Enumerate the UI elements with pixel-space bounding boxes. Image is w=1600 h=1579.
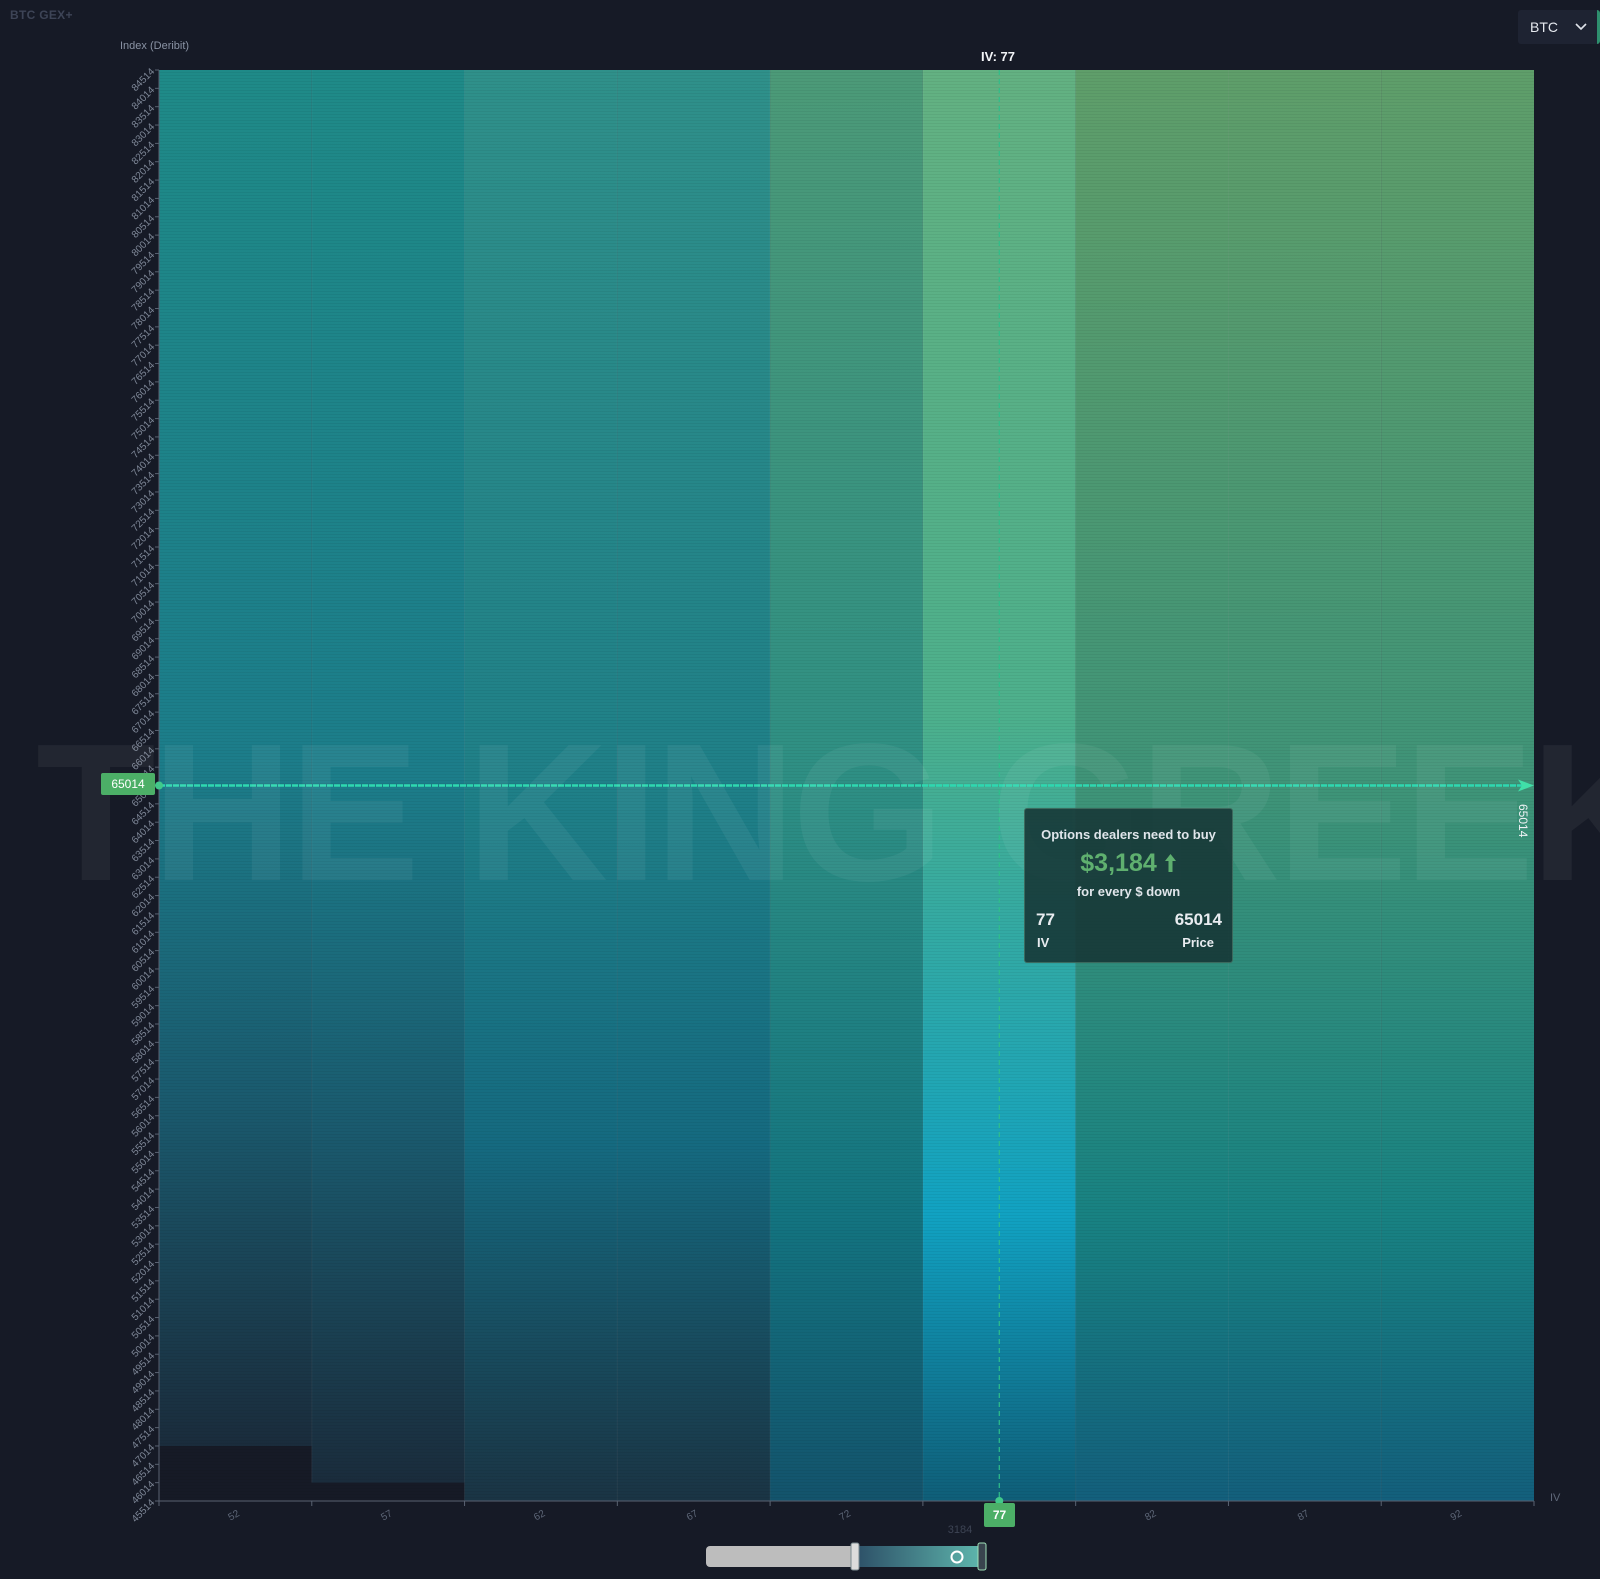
slider-range[interactable] xyxy=(854,1546,984,1567)
slider-handle-right[interactable] xyxy=(977,1542,987,1571)
x-tick-label: 72 xyxy=(838,1508,854,1523)
tooltip-heading: Options dealers need to buy xyxy=(1041,827,1216,842)
x-tick-label: 52 xyxy=(227,1508,243,1523)
price-crosshair-right-label: 65014 xyxy=(1516,804,1530,838)
x-tick-label: 92 xyxy=(1449,1508,1465,1523)
x-axis: 52 57 62 67 72 82 87 92 xyxy=(158,1500,1535,1523)
y-axis: 8451484014835148301482514820148151481014… xyxy=(130,66,160,1525)
x-axis-title: IV xyxy=(1550,1492,1561,1504)
tooltip-amount-value: $3,184 xyxy=(1080,849,1157,877)
x-tick-label: 82 xyxy=(1143,1508,1159,1523)
slider-value-label: 3184 xyxy=(947,1524,973,1536)
tooltip-iv-value: 77 xyxy=(1036,910,1055,929)
slider-track[interactable] xyxy=(706,1546,856,1567)
x-tick-label: 57 xyxy=(379,1508,395,1523)
price-marker-dot xyxy=(155,781,163,790)
x-tick-label: 67 xyxy=(685,1508,701,1523)
tooltip-iv-label: IV xyxy=(1037,935,1050,950)
slider-handle-left[interactable] xyxy=(850,1542,860,1571)
gex-heatmap-chart[interactable]: 8451484014835148301482514820148151481014… xyxy=(0,0,1600,1579)
tooltip-amount: $3,184 xyxy=(1025,849,1232,878)
gex-tooltip: Options dealers need to buy $3,184 for e… xyxy=(1024,808,1233,963)
price-crosshair-badge: 65014 xyxy=(101,773,155,795)
tooltip-price-value: 65014 xyxy=(1174,910,1222,929)
tooltip-price-label: Price xyxy=(1182,935,1214,950)
x-tick-label: 87 xyxy=(1296,1508,1312,1523)
arrow-up-icon xyxy=(1164,849,1177,877)
iv-crosshair-badge: 77 xyxy=(984,1503,1015,1527)
x-tick-label: 62 xyxy=(532,1508,548,1523)
tooltip-subheading: for every $ down xyxy=(1076,884,1181,899)
iv-slider[interactable] xyxy=(706,1542,987,1571)
